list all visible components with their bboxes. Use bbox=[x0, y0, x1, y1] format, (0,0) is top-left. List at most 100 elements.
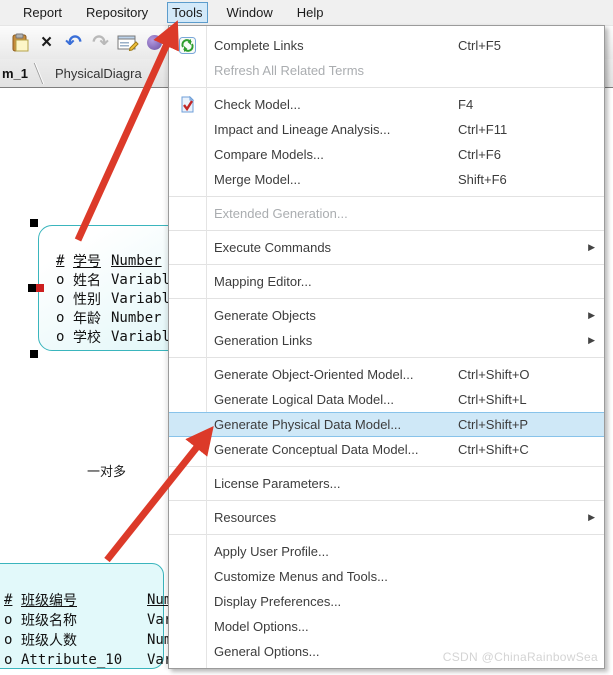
attribute-name: 学校 bbox=[73, 327, 111, 347]
menu-separator bbox=[169, 534, 604, 535]
menu-separator bbox=[169, 230, 604, 231]
menu-item-label: Model Options... bbox=[214, 619, 309, 634]
entity-class[interactable]: #班级编号Numbero班级名称Variableo班级人数NumberoAttr… bbox=[0, 563, 164, 669]
menu-item-label: Generation Links bbox=[214, 333, 312, 348]
menu-item-generate-objects[interactable]: Generate Objects ▶ bbox=[169, 303, 604, 328]
menubar-item-tools[interactable]: Tools bbox=[167, 2, 207, 23]
tab-diagram-1[interactable]: m_1 bbox=[2, 66, 28, 81]
menu-item-compare-models[interactable]: Compare Models...Ctrl+F6 bbox=[169, 142, 604, 167]
menu-item-shortcut: Ctrl+Shift+O bbox=[458, 367, 530, 382]
menu-item-generate-physical-data-model[interactable]: Generate Physical Data Model...Ctrl+Shif… bbox=[169, 412, 604, 437]
menu-item-shortcut: Ctrl+F6 bbox=[458, 147, 501, 162]
menu-item-execute-commands[interactable]: Execute Commands▶ bbox=[169, 235, 604, 260]
attribute-name: 班级名称 bbox=[21, 610, 147, 630]
attribute-name: 姓名 bbox=[73, 270, 111, 290]
watermark: CSDN @ChinaRainbowSea bbox=[443, 650, 598, 664]
redo-icon[interactable]: ↷ bbox=[87, 30, 114, 56]
menu-item-impact-and-lineage-analysis[interactable]: Impact and Lineage Analysis... Ctrl+F11 bbox=[169, 117, 604, 142]
attribute-name: 班级人数 bbox=[21, 630, 147, 650]
selection-handle-mid-left[interactable] bbox=[28, 284, 36, 292]
attach-point-marker bbox=[36, 284, 44, 292]
attribute-type: Number bbox=[111, 310, 162, 326]
menu-separator bbox=[169, 357, 604, 358]
application-window: ReportRepositoryToolsWindowHelp ×↶↷ m_1 … bbox=[0, 0, 613, 675]
menu-item-generation-links[interactable]: Generation Links ▶ bbox=[169, 328, 604, 353]
menubar-item-window[interactable]: Window bbox=[222, 2, 278, 23]
properties-icon[interactable] bbox=[114, 30, 141, 56]
menu-item-generate-logical-data-model[interactable]: Generate Logical Data Model... Ctrl+Shift… bbox=[169, 387, 604, 412]
menu-bar: Report Repository Tools Window Help bbox=[0, 0, 613, 25]
menu-separator bbox=[169, 298, 604, 299]
menubar-item-repository[interactable]: Repository bbox=[81, 2, 153, 23]
menu-item-label: Generate Logical Data Model... bbox=[214, 392, 394, 407]
menu-item-customize-menus-and-tools[interactable]: Customize Menus and Tools... bbox=[169, 564, 604, 589]
menu-item-label: Extended Generation... bbox=[214, 206, 348, 221]
relationship-label[interactable]: 一对多 bbox=[87, 461, 126, 480]
submenu-arrow-icon: ▶ bbox=[588, 512, 595, 523]
complete-links-icon bbox=[179, 37, 196, 54]
submenu-arrow-icon: ▶ bbox=[588, 335, 595, 346]
partial-purple-icon[interactable] bbox=[141, 30, 168, 56]
menu-item-generate-object-oriented-model[interactable]: Generate Object-Oriented Model...Ctrl+Sh… bbox=[169, 362, 604, 387]
attribute-marker: o bbox=[56, 291, 73, 307]
delete-icon[interactable]: × bbox=[33, 30, 60, 56]
menu-separator bbox=[169, 196, 604, 197]
menu-separator bbox=[169, 466, 604, 467]
menu-item-label: Resources bbox=[214, 510, 276, 525]
menu-item-display-preferences[interactable]: Display Preferences... bbox=[169, 589, 604, 614]
menu-item-label: Complete Links bbox=[214, 38, 304, 53]
paste-icon[interactable] bbox=[6, 30, 33, 56]
menu-item-merge-model[interactable]: Merge Model... Shift+F6 bbox=[169, 167, 604, 192]
menu-item-generate-conceptual-data-model[interactable]: Generate Conceptual Data Model... Ctrl+Sh… bbox=[169, 437, 604, 462]
attribute-row: #班级编号Number bbox=[0, 590, 163, 610]
tab-physical-diagram[interactable]: PhysicalDiagra bbox=[55, 66, 142, 81]
selection-handle-top-left[interactable] bbox=[30, 219, 38, 227]
menu-item-label: Generate Objects bbox=[214, 308, 316, 323]
menu-item-label: Mapping Editor... bbox=[214, 274, 312, 289]
menu-item-check-model[interactable]: Check Model... F4 bbox=[169, 92, 604, 117]
attribute-marker: o bbox=[56, 272, 73, 288]
menu-item-label: Merge Model... bbox=[214, 172, 301, 187]
menu-item-shortcut: Shift+F6 bbox=[458, 172, 507, 187]
menu-separator bbox=[169, 264, 604, 265]
menu-item-shortcut: F4 bbox=[458, 97, 473, 112]
menu-item-shortcut: Ctrl+F5 bbox=[458, 38, 501, 53]
menu-item-label: Generate Physical Data Model... bbox=[214, 417, 401, 432]
attribute-marker: o bbox=[56, 329, 73, 345]
tab-separator bbox=[34, 63, 43, 84]
menu-item-apply-user-profile[interactable]: Apply User Profile... bbox=[169, 539, 604, 564]
menu-item-label: Customize Menus and Tools... bbox=[214, 569, 388, 584]
menu-item-refresh-all-related-terms: Refresh All Related Terms bbox=[169, 58, 604, 83]
attribute-marker: o bbox=[56, 310, 73, 326]
menu-item-resources[interactable]: Resources ▶ bbox=[169, 505, 604, 530]
attribute-name: 性别 bbox=[73, 289, 111, 309]
menu-item-label: Execute Commands bbox=[214, 240, 331, 255]
menu-item-label: Refresh All Related Terms bbox=[214, 63, 364, 78]
menu-item-shortcut: Ctrl+Shift+L bbox=[458, 392, 527, 407]
menubar-item-help[interactable]: Help bbox=[292, 2, 329, 23]
menu-separator bbox=[169, 87, 604, 88]
menu-item-label: Display Preferences... bbox=[214, 594, 341, 609]
submenu-arrow-icon: ▶ bbox=[588, 310, 595, 321]
attribute-row: o班级名称Variable bbox=[0, 610, 163, 630]
attribute-marker: # bbox=[4, 592, 21, 608]
menu-item-shortcut: Ctrl+Shift+C bbox=[458, 442, 529, 457]
menu-item-shortcut: Ctrl+F11 bbox=[458, 122, 507, 137]
menu-separator bbox=[169, 500, 604, 501]
attribute-row: oAttribute_10Variable bbox=[0, 650, 163, 670]
attribute-type: Number bbox=[111, 253, 162, 269]
menu-item-label: Check Model... bbox=[214, 97, 301, 112]
attribute-marker: o bbox=[4, 612, 21, 628]
menu-item-label: Impact and Lineage Analysis... bbox=[214, 122, 390, 137]
menu-item-mapping-editor[interactable]: Mapping Editor... bbox=[169, 269, 604, 294]
undo-icon[interactable]: ↶ bbox=[60, 30, 87, 56]
selection-handle-bottom-left[interactable] bbox=[30, 350, 38, 358]
menu-item-model-options[interactable]: Model Options... bbox=[169, 614, 604, 639]
attribute-marker: # bbox=[56, 253, 73, 269]
menu-item-license-parameters[interactable]: License Parameters... bbox=[169, 471, 604, 496]
menu-item-label: Generate Conceptual Data Model... bbox=[214, 442, 419, 457]
menu-item-label: License Parameters... bbox=[214, 476, 340, 491]
menu-item-complete-links[interactable]: Complete Links Ctrl+F5 bbox=[169, 33, 604, 58]
menubar-item-report[interactable]: Report bbox=[18, 2, 67, 23]
attribute-marker: o bbox=[4, 632, 21, 648]
